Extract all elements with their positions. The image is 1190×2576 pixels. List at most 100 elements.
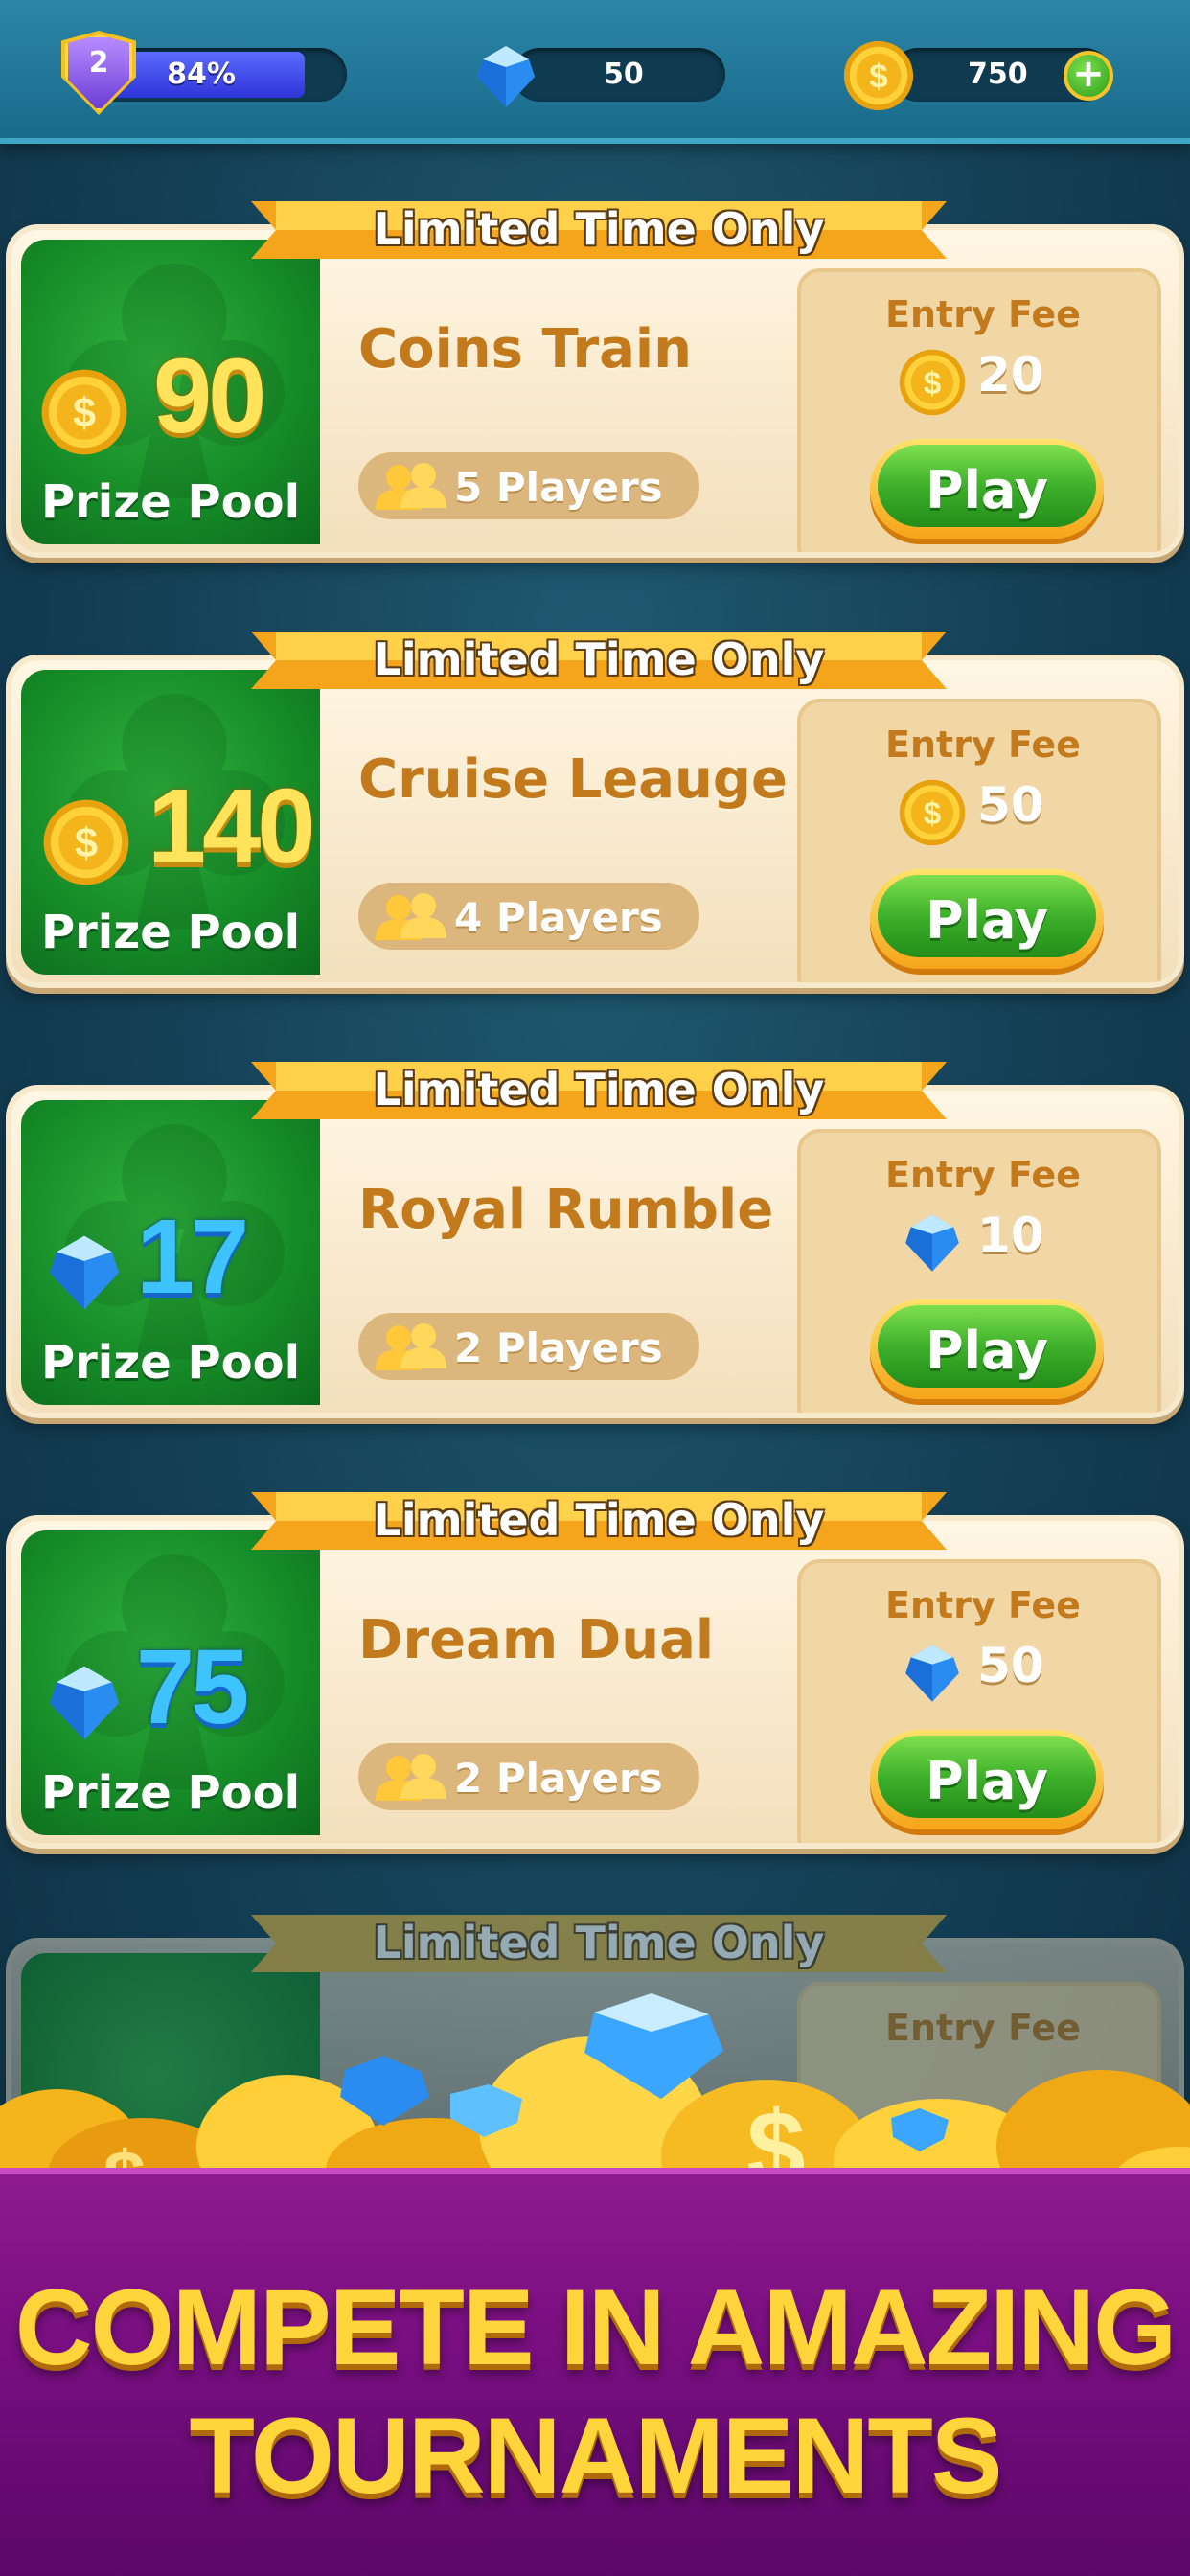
entry-fee-panel: Entry Fee 50 Play [797,1559,1161,1843]
gem-icon [50,1666,119,1740]
tournament-card[interactable]: $140 Prize Pool Cruise Leauge 4 Players Entr… [6,626,1184,988]
entry-fee-panel: Entry Fee $20 Play [797,268,1161,552]
prize-panel: $140 Prize Pool [21,670,320,975]
gem-icon [477,46,535,107]
limited-time-ribbon: Limited Time Only [251,1486,947,1552]
entry-fee-currency-icon: $ [897,347,968,416]
prize-currency-icon: $ [38,366,130,462]
ribbon-text: Limited Time Only [373,633,825,685]
coin-icon: $ [899,349,966,416]
gem-count: 50 [604,58,644,91]
players-icon [376,1323,446,1370]
prize-panel: 17 Prize Pool [21,1100,320,1405]
top-hud: 84% 2 50 750 $ + [0,0,1190,144]
play-button[interactable]: Play [870,1300,1104,1399]
tournament-card[interactable]: $90 Prize Pool Coins Train 5 Players Entry F… [6,196,1184,558]
limited-time-ribbon: Limited Time Only [251,626,947,691]
prize-amount: 140 [148,768,316,886]
prize-pool-label: Prize Pool [40,475,301,529]
coin-icon: $ [899,779,966,846]
play-button[interactable]: Play [870,439,1104,539]
play-button-label: Play [925,460,1049,520]
play-button[interactable]: Play [870,869,1104,969]
gem-icon [905,1644,959,1702]
coin-count: 750 [968,58,1028,91]
entry-fee-label: Entry Fee [885,293,1081,335]
gem-icon [905,1214,959,1272]
ribbon-text: Limited Time Only [373,1494,825,1546]
entry-fee-currency-icon [897,1208,968,1275]
tournament-name: Royal Rumble [358,1179,774,1241]
tournament-card[interactable]: 17 Prize Pool Royal Rumble 2 Players Entry F… [6,1056,1184,1418]
entry-fee-amount: 10 [977,1208,1044,1263]
entry-fee-label: Entry Fee [885,1154,1081,1196]
ribbon-text: Limited Time Only [373,1917,825,1968]
play-button-face: Play [878,875,1096,957]
card-body: 17 Prize Pool Royal Rumble 2 Players Entry F… [6,1085,1184,1418]
players-badge: 2 Players [358,1313,699,1380]
banner-headline-line1: COMPETE IN AMAZING [14,2267,1178,2387]
promo-banner: COMPETE IN AMAZING TOURNAMENTS [0,2168,1190,2576]
banner-headline-line2: TOURNAMENTS [189,2396,1002,2516]
gem-balance[interactable]: 50 [513,48,725,102]
svg-text:$: $ [73,391,96,437]
svg-text:$: $ [924,796,942,832]
prize-panel: $90 Prize Pool [21,240,320,544]
prize-currency-icon [38,1657,130,1753]
coin-icon: $ [41,369,127,455]
coin-icon: $ [843,40,914,111]
players-badge: 2 Players [358,1743,699,1810]
players-count: 2 Players [454,1324,663,1371]
players-icon [376,463,446,510]
entry-fee-label: Entry Fee [885,1584,1081,1626]
tournament-card[interactable]: 75 Prize Pool Dream Dual 2 Players Entry Fee… [6,1486,1184,1849]
play-button-label: Play [925,1321,1049,1381]
svg-text:$: $ [924,366,942,402]
entry-fee-amount: 20 [977,347,1044,402]
entry-fee-label: Entry Fee [885,724,1081,766]
play-button-label: Play [925,1751,1049,1811]
play-button-face: Play [878,445,1096,527]
play-button[interactable]: Play [870,1730,1104,1829]
limited-time-ribbon: Limited Time Only [251,196,947,261]
prize-amount: 17 [136,1198,249,1316]
play-button-face: Play [878,1305,1096,1388]
entry-fee-panel: Entry Fee 10 Play [797,1129,1161,1413]
prize-pool-label: Prize Pool [40,1766,301,1820]
prize-pool-label: Prize Pool [40,906,301,959]
card-body: 75 Prize Pool Dream Dual 2 Players Entry Fee… [6,1515,1184,1849]
ribbon-text: Limited Time Only [373,203,825,255]
entry-fee-amount: 50 [977,777,1044,833]
prize-pool-label: Prize Pool [40,1336,301,1390]
prize-currency-icon [38,1227,130,1322]
players-count: 2 Players [454,1755,663,1802]
entry-fee-amount: 50 [977,1638,1044,1693]
prize-panel: 75 Prize Pool [21,1530,320,1835]
tournament-name: Dream Dual [358,1609,715,1671]
players-count: 4 Players [454,894,663,941]
players-count: 5 Players [454,464,663,511]
card-body: $140 Prize Pool Cruise Leauge 4 Players Entr… [6,655,1184,988]
level-number: 2 [88,46,109,80]
prize-currency-icon: $ [40,796,132,892]
tournament-name: Cruise Leauge [358,748,788,811]
players-icon [376,1754,446,1801]
tournament-name: Coins Train [358,318,692,380]
add-coins-button[interactable]: + [1064,51,1113,101]
entry-fee-currency-icon: $ [897,777,968,846]
players-icon [376,893,446,940]
prize-amount: 75 [136,1628,249,1746]
play-button-label: Play [925,890,1049,951]
svg-text:$: $ [75,821,98,867]
gem-icon [50,1235,119,1310]
play-button-face: Play [878,1736,1096,1818]
players-badge: 5 Players [358,452,699,519]
ribbon-text: Limited Time Only [373,1064,825,1116]
card-body: $90 Prize Pool Coins Train 5 Players Entry F… [6,224,1184,558]
players-badge: 4 Players [358,883,699,950]
entry-fee-panel: Entry Fee $50 Play [797,699,1161,982]
svg-text:$: $ [869,58,888,96]
prize-amount: 90 [153,337,266,455]
entry-fee-currency-icon [897,1638,968,1705]
limited-time-ribbon: Limited Time Only [251,1056,947,1121]
